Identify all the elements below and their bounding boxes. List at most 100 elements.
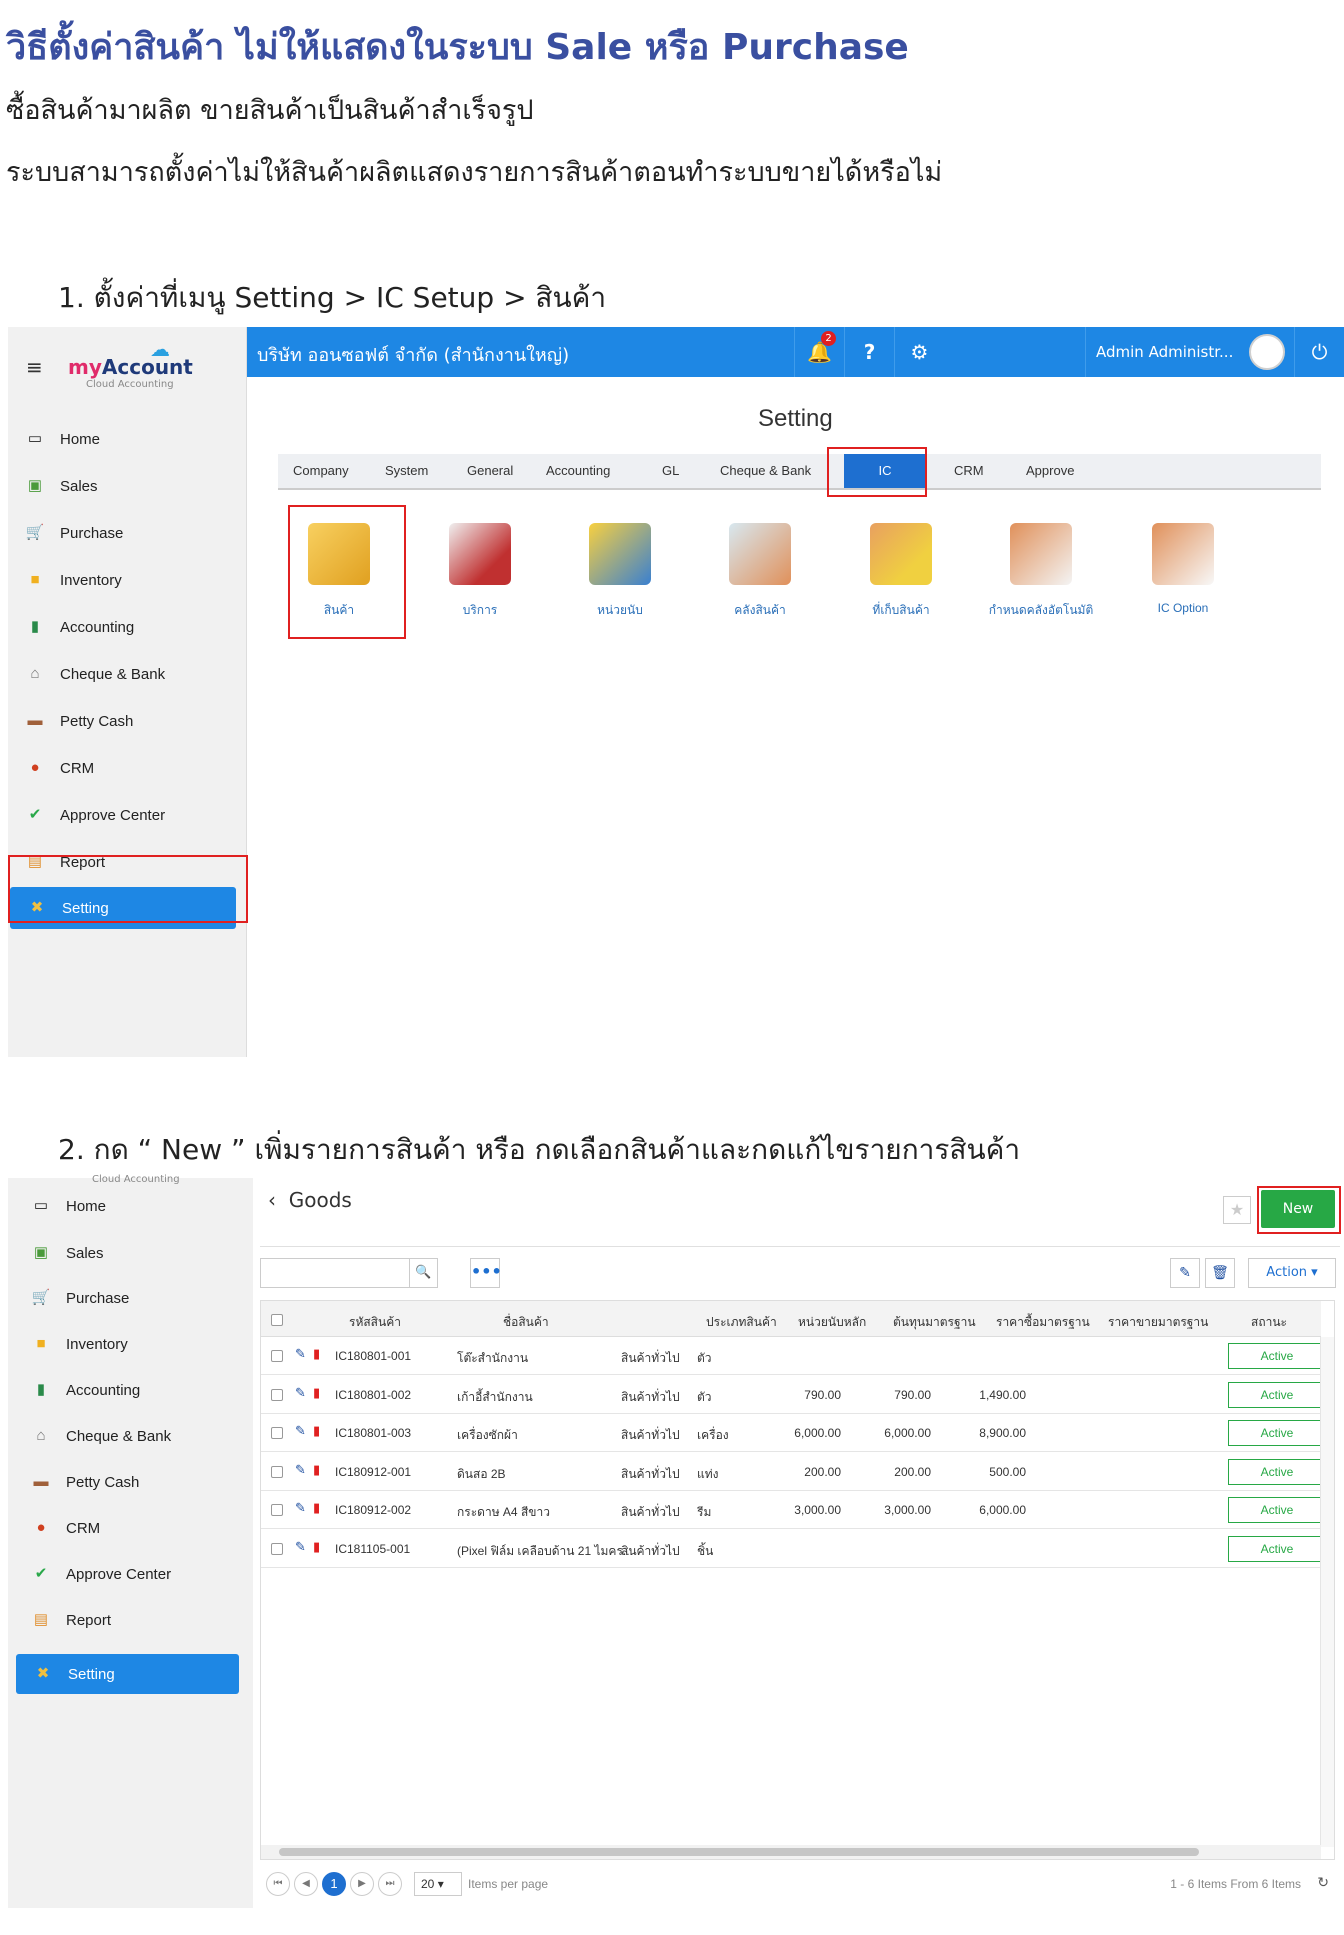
delete-row-icon[interactable]: ▮: [313, 1463, 320, 1478]
page-button-current[interactable]: 1: [322, 1872, 346, 1896]
sidebar-item-report[interactable]: ▤ Report: [8, 1600, 247, 1640]
edit-row-icon[interactable]: ✎: [295, 1424, 306, 1439]
bell-icon[interactable]: 🔔 2: [794, 327, 844, 377]
sidebar-item-setting[interactable]: ✖ Setting: [16, 1654, 239, 1694]
horizontal-scrollbar[interactable]: [261, 1845, 1321, 1859]
first-page-button[interactable]: ⏮: [266, 1872, 290, 1896]
ic-auto-warehouse[interactable]: กำหนดคลังอัตโนมัติ: [986, 523, 1096, 620]
trash-icon[interactable]: 🗑: [1205, 1258, 1235, 1288]
ic-warehouse[interactable]: คลังสินค้า: [705, 523, 815, 620]
table-row[interactable]: ✎ ▮ IC180912-002 กระดาษ A4 สีขาว สินค้าทั่วไ…: [261, 1491, 1326, 1529]
edit-row-icon[interactable]: ✎: [295, 1386, 306, 1401]
row-checkbox[interactable]: [271, 1465, 283, 1478]
sidebar-item-sales[interactable]: ▣ Sales: [8, 1233, 247, 1273]
delete-row-icon[interactable]: ▮: [313, 1501, 320, 1516]
avatar[interactable]: [1249, 334, 1285, 370]
vertical-scrollbar[interactable]: [1320, 1337, 1334, 1847]
row-checkbox[interactable]: [271, 1350, 283, 1362]
ic-unit[interactable]: หน่วยนับ: [565, 523, 675, 620]
sidebar-item-purchase[interactable]: 🛒 Purchase: [8, 1278, 247, 1318]
tab-general[interactable]: General: [467, 454, 513, 488]
col-cost[interactable]: ต้นทุนมาตรฐาน: [893, 1313, 976, 1332]
sidebar-item-inventory[interactable]: ■ Inventory: [8, 1324, 247, 1364]
edit-row-icon[interactable]: ✎: [295, 1540, 306, 1555]
power-icon[interactable]: ⏻: [1294, 327, 1344, 377]
table-row[interactable]: ✎ ▮ IC181105-001 (Pixel ฟิล์ม เคลือบด้าน 21…: [261, 1530, 1326, 1568]
sidebar-item-home[interactable]: ▭ Home: [8, 419, 247, 459]
sidebar-item-approve-center[interactable]: ✔ Approve Center: [8, 1554, 247, 1594]
row-checkbox[interactable]: [271, 1388, 283, 1401]
col-unit[interactable]: หน่วยนับหลัก: [798, 1313, 866, 1332]
ic-option[interactable]: IC Option: [1128, 523, 1238, 615]
status-badge[interactable]: Active: [1228, 1497, 1326, 1523]
page-size-select[interactable]: 20 ▾: [414, 1872, 462, 1896]
tab-system[interactable]: System: [385, 454, 428, 488]
sidebar-item-accounting[interactable]: ▮ Accounting: [8, 1370, 247, 1410]
tab-approve[interactable]: Approve: [1026, 454, 1074, 488]
sidebar-item-home[interactable]: ▭ Home: [8, 1186, 247, 1226]
star-icon[interactable]: ★: [1223, 1196, 1251, 1224]
prev-page-button[interactable]: ◀: [294, 1872, 318, 1896]
delete-row-icon[interactable]: ▮: [313, 1347, 320, 1362]
row-checkbox[interactable]: [271, 1504, 283, 1516]
sidebar-item-sales[interactable]: ▣ Sales: [8, 466, 247, 506]
col-type[interactable]: ประเภทสินค้า: [706, 1313, 777, 1332]
col-sell[interactable]: ราคาขายมาตรฐาน: [1108, 1313, 1208, 1332]
col-code[interactable]: รหัสสินค้า: [349, 1313, 401, 1332]
more-button[interactable]: •••: [470, 1258, 502, 1288]
delete-row-icon[interactable]: ▮: [313, 1540, 320, 1555]
gear-icon[interactable]: ⚙: [894, 327, 944, 377]
edit-icon[interactable]: ✎: [1170, 1258, 1200, 1288]
tab-cheque-bank[interactable]: Cheque & Bank: [720, 454, 811, 488]
table-row[interactable]: ✎ ▮ IC180801-001 โต๊ะสำนักงาน สินค้าทั่วไป ตั…: [261, 1337, 1326, 1375]
row-checkbox[interactable]: [271, 1542, 283, 1555]
edit-row-icon[interactable]: ✎: [295, 1347, 306, 1362]
help-button[interactable]: ?: [844, 327, 894, 377]
wallet-icon: ▬: [27, 712, 43, 729]
status-badge[interactable]: Active: [1228, 1343, 1326, 1369]
action-dropdown[interactable]: Action ▾: [1248, 1258, 1336, 1288]
sidebar-item-inventory[interactable]: ■ Inventory: [8, 560, 247, 600]
tab-accounting[interactable]: Accounting: [546, 454, 610, 488]
ic-storage[interactable]: ที่เก็บสินค้า: [846, 523, 956, 620]
row-checkbox[interactable]: [271, 1427, 283, 1439]
edit-row-icon[interactable]: ✎: [295, 1463, 306, 1478]
sidebar-item-accounting[interactable]: ▮ Accounting: [8, 607, 247, 647]
delete-row-icon[interactable]: ▮: [313, 1424, 320, 1439]
table-row[interactable]: ✎ ▮ IC180801-002 เก้าอี้สำนักงาน สินค้าทั่วไ…: [261, 1376, 1326, 1414]
sidebar-item-crm[interactable]: ● CRM: [8, 748, 247, 788]
search-icon[interactable]: 🔍: [409, 1259, 437, 1287]
sidebar-item-petty-cash[interactable]: ▬ Petty Cash: [8, 701, 247, 741]
tab-gl[interactable]: GL: [662, 454, 679, 488]
status-badge[interactable]: Active: [1228, 1420, 1326, 1446]
sidebar-item-crm[interactable]: ● CRM: [8, 1508, 247, 1548]
refresh-icon[interactable]: ↻: [1317, 1874, 1329, 1891]
sidebar-item-approve-center[interactable]: ✔ Approve Center: [8, 795, 247, 835]
ic-service[interactable]: บริการ: [425, 523, 535, 620]
status-badge[interactable]: Active: [1228, 1535, 1326, 1562]
select-all-checkbox[interactable]: [271, 1314, 283, 1326]
col-buy[interactable]: ราคาซื้อมาตรฐาน: [996, 1313, 1090, 1332]
table-row[interactable]: ✎ ▮ IC180801-003 เครื่องซักผ้า สินค้าทั่วไป เ…: [261, 1414, 1326, 1452]
hamburger-icon[interactable]: ≡: [26, 355, 43, 379]
search-input[interactable]: 🔍: [260, 1258, 438, 1288]
back-chevron-icon[interactable]: ‹: [268, 1188, 276, 1212]
tab-company[interactable]: Company: [293, 454, 349, 488]
status-badge[interactable]: Active: [1228, 1381, 1326, 1408]
doc-line-1: ซื้อสินค้ามาผลิต ขายสินค้าเป็นสินค้าสำเร…: [6, 95, 534, 126]
cell-cost: 200.00: [804, 1464, 841, 1479]
sidebar-item-cheque-bank[interactable]: ⌂ Cheque & Bank: [8, 654, 247, 694]
sidebar-item-cheque-bank[interactable]: ⌂ Cheque & Bank: [8, 1416, 247, 1456]
table-row[interactable]: ✎ ▮ IC180912-001 ดินสอ 2B สินค้าทั่วไป แท่ง 20…: [261, 1453, 1326, 1491]
col-name[interactable]: ชื่อสินค้า: [503, 1313, 549, 1332]
tab-crm[interactable]: CRM: [954, 454, 984, 488]
col-status[interactable]: สถานะ: [1251, 1313, 1287, 1332]
sidebar-item-petty-cash[interactable]: ▬ Petty Cash: [8, 1462, 247, 1502]
status-badge[interactable]: Active: [1228, 1458, 1326, 1485]
delete-row-icon[interactable]: ▮: [313, 1386, 320, 1401]
last-page-button[interactable]: ⏭: [378, 1872, 402, 1896]
sidebar-item-purchase[interactable]: 🛒 Purchase: [8, 513, 247, 553]
edit-row-icon[interactable]: ✎: [295, 1501, 306, 1516]
next-page-button[interactable]: ▶: [350, 1872, 374, 1896]
breadcrumb[interactable]: ‹ Goods: [268, 1188, 352, 1212]
